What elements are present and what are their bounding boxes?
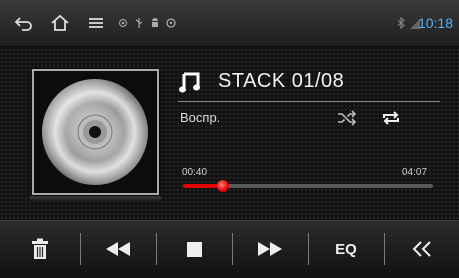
current-time: 00:40: [182, 167, 208, 178]
stop-button[interactable]: [174, 229, 214, 269]
cover-reflection: [30, 196, 161, 202]
stop-icon: [186, 241, 202, 257]
album-cover: [32, 69, 159, 195]
seek-bar[interactable]: [183, 180, 433, 192]
track-title: STACK 01/08: [218, 70, 345, 92]
toolbar-separator: [308, 233, 309, 265]
toolbar-separator: [232, 233, 233, 265]
back-icon[interactable]: [14, 13, 34, 33]
home-icon[interactable]: [50, 13, 70, 33]
clock: 10:18: [417, 15, 453, 31]
title-divider: [178, 101, 440, 102]
previous-icon: [106, 242, 130, 256]
total-time: 04:07: [402, 167, 428, 178]
music-player-screen: 10:18 STACK 01/08 Воспр. 00:40 04:07 EQ: [0, 0, 459, 278]
menu-icon[interactable]: [86, 13, 106, 33]
bluetooth-icon: [397, 17, 405, 29]
toolbar-separator: [156, 233, 157, 265]
previous-button[interactable]: [98, 229, 138, 269]
toolbar-separator: [80, 233, 81, 265]
music-note-icon: [179, 72, 200, 93]
delete-button[interactable]: [20, 229, 60, 269]
play-status: Воспр.: [180, 110, 221, 125]
usb-icon: [135, 18, 143, 28]
toolbar-separator: [384, 233, 385, 265]
cd-disc-icon: [42, 79, 148, 185]
equalizer-button[interactable]: EQ: [326, 229, 366, 269]
delete-icon: [32, 238, 48, 259]
status-bar: 10:18: [0, 0, 459, 47]
eq-label: EQ: [335, 240, 357, 258]
steering-wheel-icon: [166, 18, 176, 28]
collapse-icon: [412, 241, 431, 257]
gps-icon: [119, 19, 127, 27]
android-icon: [152, 18, 158, 27]
collapse-button[interactable]: [402, 229, 442, 269]
next-button[interactable]: [250, 229, 290, 269]
repeat-icon[interactable]: [381, 109, 401, 127]
next-icon: [258, 242, 282, 256]
bottom-toolbar: EQ: [0, 220, 459, 278]
seek-bar-thumb[interactable]: [217, 180, 229, 192]
shuffle-icon[interactable]: [337, 109, 357, 127]
